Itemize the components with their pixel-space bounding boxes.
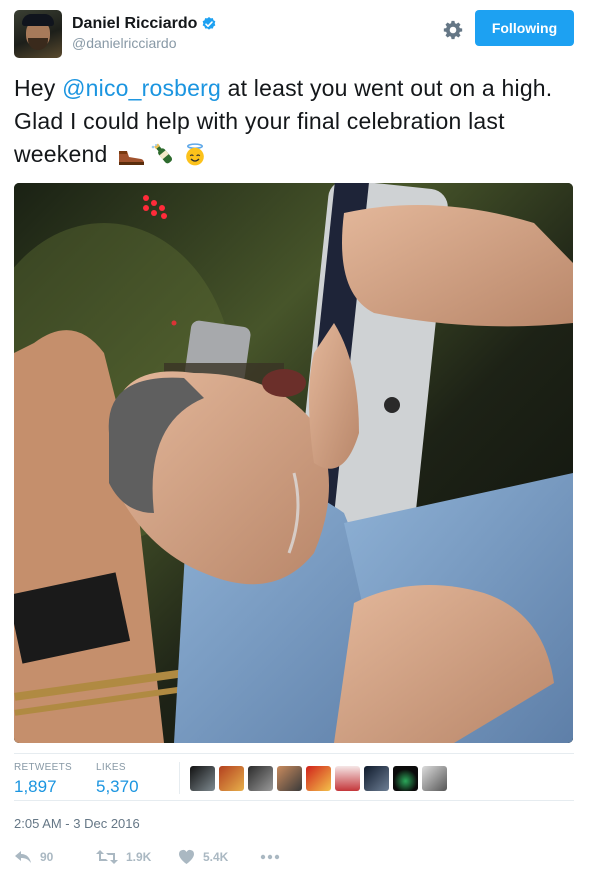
liker-avatar[interactable] (248, 766, 273, 791)
shoe-emoji-icon (119, 151, 145, 165)
liker-avatar[interactable] (277, 766, 302, 791)
stats-divider (179, 762, 180, 794)
retweet-count: 1.9K (126, 850, 152, 864)
liker-avatar[interactable] (335, 766, 360, 791)
liker-avatar[interactable] (306, 766, 331, 791)
retweets-count[interactable]: 1,897 (14, 777, 72, 797)
retweets-label: RETWEETS (14, 762, 72, 773)
reply-count: 90 (40, 850, 54, 864)
reply-action[interactable]: 90 (14, 849, 96, 865)
liker-avatar[interactable] (393, 766, 418, 791)
likes-count[interactable]: 5,370 (96, 777, 139, 797)
more-dots-icon[interactable] (260, 854, 280, 860)
retweet-icon[interactable] (96, 849, 118, 865)
liker-avatar[interactable] (219, 766, 244, 791)
liker-avatars (190, 766, 447, 791)
retweets-stat[interactable]: RETWEETS 1,897 (14, 762, 72, 797)
liker-avatar[interactable] (422, 766, 447, 791)
tweet-header: Daniel Ricciardo @danielricciardo Follow… (14, 10, 574, 60)
display-name[interactable]: Daniel Ricciardo (72, 15, 217, 33)
tweet-stats: RETWEETS 1,897 LIKES 5,370 (14, 753, 574, 801)
retweet-action[interactable]: 1.9K (96, 849, 178, 865)
like-count: 5.4K (203, 850, 229, 864)
tweet-text: Hey @nico_rosberg at least you went out … (14, 72, 574, 171)
tweet-photo[interactable] (14, 183, 573, 743)
gear-icon[interactable] (442, 19, 464, 41)
tweet-timestamp[interactable]: 2:05 AM - 3 Dec 2016 (14, 816, 140, 831)
likes-label: LIKES (96, 762, 126, 773)
verified-badge-icon (203, 17, 216, 30)
liker-avatar[interactable] (190, 766, 215, 791)
following-button[interactable]: Following (475, 10, 574, 46)
mention-link[interactable]: @nico_rosberg (62, 75, 221, 101)
tweet-text-start: Hey (14, 75, 63, 101)
champagne-emoji-icon (151, 143, 173, 164)
likes-stat[interactable]: LIKES 5,370 (96, 762, 139, 797)
more-action[interactable] (260, 854, 280, 860)
like-action[interactable]: 5.4K (178, 849, 260, 865)
user-info[interactable]: Daniel Ricciardo @danielricciardo (72, 15, 217, 51)
photo-image (14, 183, 573, 743)
reply-icon[interactable] (14, 849, 32, 865)
display-name-text[interactable]: Daniel Ricciardo (72, 15, 197, 33)
angel-emoji-icon (186, 143, 204, 166)
user-handle[interactable]: @danielricciardo (72, 35, 217, 51)
heart-icon[interactable] (178, 849, 195, 865)
avatar[interactable] (14, 10, 62, 58)
tweet-actions: 90 1.9K 5.4K (14, 845, 574, 869)
liker-avatar[interactable] (364, 766, 389, 791)
